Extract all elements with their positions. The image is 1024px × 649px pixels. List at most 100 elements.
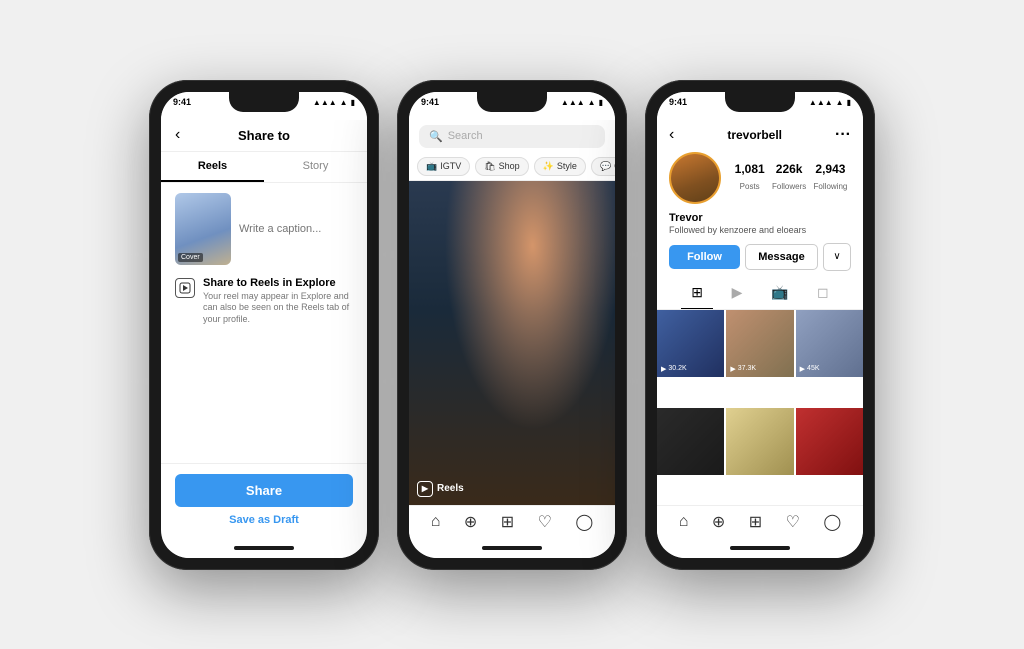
- phone-3-status-bar: 9:41 ▲▲▲ ▲ ▮: [657, 92, 863, 120]
- phone-2-time: 9:41: [421, 98, 439, 107]
- explore-chips: 📺 IGTV 🛍 Shop ✨ Style 💬 Comics 📽 T: [409, 153, 615, 181]
- reels-icon: ▶: [417, 481, 433, 497]
- chip-shop[interactable]: 🛍 Shop: [475, 157, 528, 176]
- tab-story[interactable]: Story: [264, 152, 367, 182]
- phone-3-time: 9:41: [669, 98, 687, 107]
- home-nav-icon[interactable]: ⌂: [431, 513, 441, 531]
- message-button[interactable]: Message: [745, 244, 818, 270]
- profile-grid-item-6[interactable]: [796, 408, 863, 475]
- followers-label: Followers: [772, 182, 806, 191]
- phone-1-time: 9:41: [173, 98, 191, 107]
- profile-grid-item-1[interactable]: ▶ 30.2K: [657, 310, 724, 377]
- phone-2-status-icons: ▲▲▲ ▲ ▮: [561, 98, 603, 107]
- chip-comics[interactable]: 💬 Comics: [591, 157, 615, 176]
- phone-2-notch: [477, 92, 547, 112]
- phone-2-screen: 9:41 ▲▲▲ ▲ ▮ 🔍 Search 📺 IGTV: [409, 92, 615, 558]
- stat-posts: 1,081 Posts: [735, 162, 765, 194]
- phone-3-status-icons: ▲▲▲ ▲ ▮: [809, 98, 851, 107]
- profile-grid-item-3[interactable]: ▶ 45K: [796, 310, 863, 377]
- phone-2-home-bar: [409, 538, 615, 558]
- posts-count: 1,081: [735, 162, 765, 176]
- share-body: Cover Share to Reels in: [161, 183, 367, 333]
- p3-profile-nav-icon[interactable]: ◯: [823, 512, 841, 532]
- chip-comics-label: Comics: [614, 161, 615, 171]
- save-draft-button[interactable]: Save as Draft: [175, 514, 353, 526]
- profile-stats: 1,081 Posts 226k Followers 2,943 Followi…: [731, 162, 851, 194]
- chip-style-label: Style: [557, 161, 577, 171]
- p3-wifi-icon: ▲: [836, 98, 844, 107]
- chip-style[interactable]: ✨ Style: [534, 157, 586, 176]
- phone-3: 9:41 ▲▲▲ ▲ ▮ ‹ trevorbell ···: [645, 80, 875, 570]
- reels-hero-image: ▶ Reels: [409, 181, 615, 505]
- share-button[interactable]: Share: [175, 474, 353, 507]
- phone-3-bottom-nav: ⌂ ⊕ ⊞ ♡ ◯: [657, 505, 863, 538]
- tab-reels[interactable]: ▶: [722, 277, 753, 309]
- style-icon: ✨: [543, 161, 554, 172]
- chip-shop-label: Shop: [499, 161, 520, 171]
- search-placeholder-text: Search: [448, 130, 483, 142]
- battery-icon: ▮: [351, 98, 355, 107]
- phone-3-screen: 9:41 ▲▲▲ ▲ ▮ ‹ trevorbell ···: [657, 92, 863, 558]
- tab-grid[interactable]: ⊞: [681, 277, 713, 309]
- basketball-background: [409, 181, 615, 505]
- share-media-row: Cover: [175, 193, 353, 265]
- phone-1-home-bar: [161, 538, 367, 558]
- tab-igtv[interactable]: 📺: [761, 277, 798, 309]
- back-button[interactable]: ‹: [175, 126, 180, 144]
- reels-main: ▶ Reels: [409, 181, 615, 505]
- play-icon-3: ▶: [800, 365, 805, 373]
- igtv-icon: 📺: [426, 161, 437, 172]
- home-indicator: [234, 546, 294, 550]
- stat-following: 2,943 Following: [814, 162, 848, 194]
- follow-button[interactable]: Follow: [669, 245, 740, 269]
- search-nav-icon[interactable]: ⊕: [464, 512, 477, 532]
- reels-option-icon: [175, 278, 195, 298]
- phone-3-home-indicator: [730, 546, 790, 550]
- profile-back-button[interactable]: ‹: [669, 126, 674, 144]
- search-inner[interactable]: 🔍 Search: [419, 125, 605, 148]
- chip-igtv[interactable]: 📺 IGTV: [417, 157, 470, 176]
- profile-more-button[interactable]: ···: [835, 126, 851, 144]
- reels-label: ▶ Reels: [417, 481, 464, 497]
- dropdown-icon: ∨: [833, 251, 840, 262]
- profile-tabs: ⊞ ▶ 📺 ◻: [657, 277, 863, 310]
- profile-action-row: Follow Message ∨: [657, 237, 863, 277]
- phone-2-status-bar: 9:41 ▲▲▲ ▲ ▮: [409, 92, 615, 120]
- tab-reels[interactable]: Reels: [161, 152, 264, 182]
- share-thumbnail: Cover: [175, 193, 231, 265]
- profile-grid-item-2[interactable]: ▶ 37.3K: [726, 310, 793, 377]
- phone-2-bottom-nav: ⌂ ⊕ ⊞ ♡ ◯: [409, 505, 615, 538]
- wifi-icon: ▲: [340, 98, 348, 107]
- profile-stats-row: 1,081 Posts 226k Followers 2,943 Followi…: [657, 146, 863, 210]
- p2-battery-icon: ▮: [599, 98, 603, 107]
- stat-followers: 226k Followers: [772, 162, 806, 194]
- share-explore-desc: Your reel may appear in Explore and can …: [203, 291, 353, 326]
- tab-tagged[interactable]: ◻: [807, 277, 839, 309]
- heart-nav-icon[interactable]: ♡: [538, 512, 552, 532]
- followers-count: 226k: [772, 162, 806, 176]
- play-icon-2: ▶: [730, 365, 735, 373]
- p3-home-nav-icon[interactable]: ⌂: [679, 513, 689, 531]
- signal-icon: ▲▲▲: [313, 98, 337, 107]
- share-explore-title: Share to Reels in Explore: [203, 277, 353, 289]
- p2-signal-icon: ▲▲▲: [561, 98, 585, 107]
- avatar-image: [671, 154, 719, 202]
- caption-input[interactable]: [239, 193, 367, 265]
- play-count-3: 45K: [807, 365, 819, 372]
- profile-grid-item-5[interactable]: [726, 408, 793, 475]
- p3-search-nav-icon[interactable]: ⊕: [712, 512, 725, 532]
- play-badge-3: ▶ 45K: [800, 365, 820, 373]
- play-icon-1: ▶: [661, 365, 666, 373]
- add-nav-icon[interactable]: ⊞: [501, 512, 514, 532]
- profile-grid-item-4[interactable]: [657, 408, 724, 475]
- share-tabs: Reels Story: [161, 152, 367, 183]
- share-explore-option: Share to Reels in Explore Your reel may …: [175, 277, 353, 326]
- dropdown-button[interactable]: ∨: [823, 243, 851, 271]
- p3-heart-nav-icon[interactable]: ♡: [786, 512, 800, 532]
- p3-add-nav-icon[interactable]: ⊞: [749, 512, 762, 532]
- phone-2: 9:41 ▲▲▲ ▲ ▮ 🔍 Search 📺 IGTV: [397, 80, 627, 570]
- profile-name-area: Trevor Followed by kenzoere and eloears: [657, 210, 863, 237]
- reels-label-text: Reels: [437, 483, 464, 494]
- profile-nav-icon[interactable]: ◯: [575, 512, 593, 532]
- comics-icon: 💬: [600, 161, 611, 172]
